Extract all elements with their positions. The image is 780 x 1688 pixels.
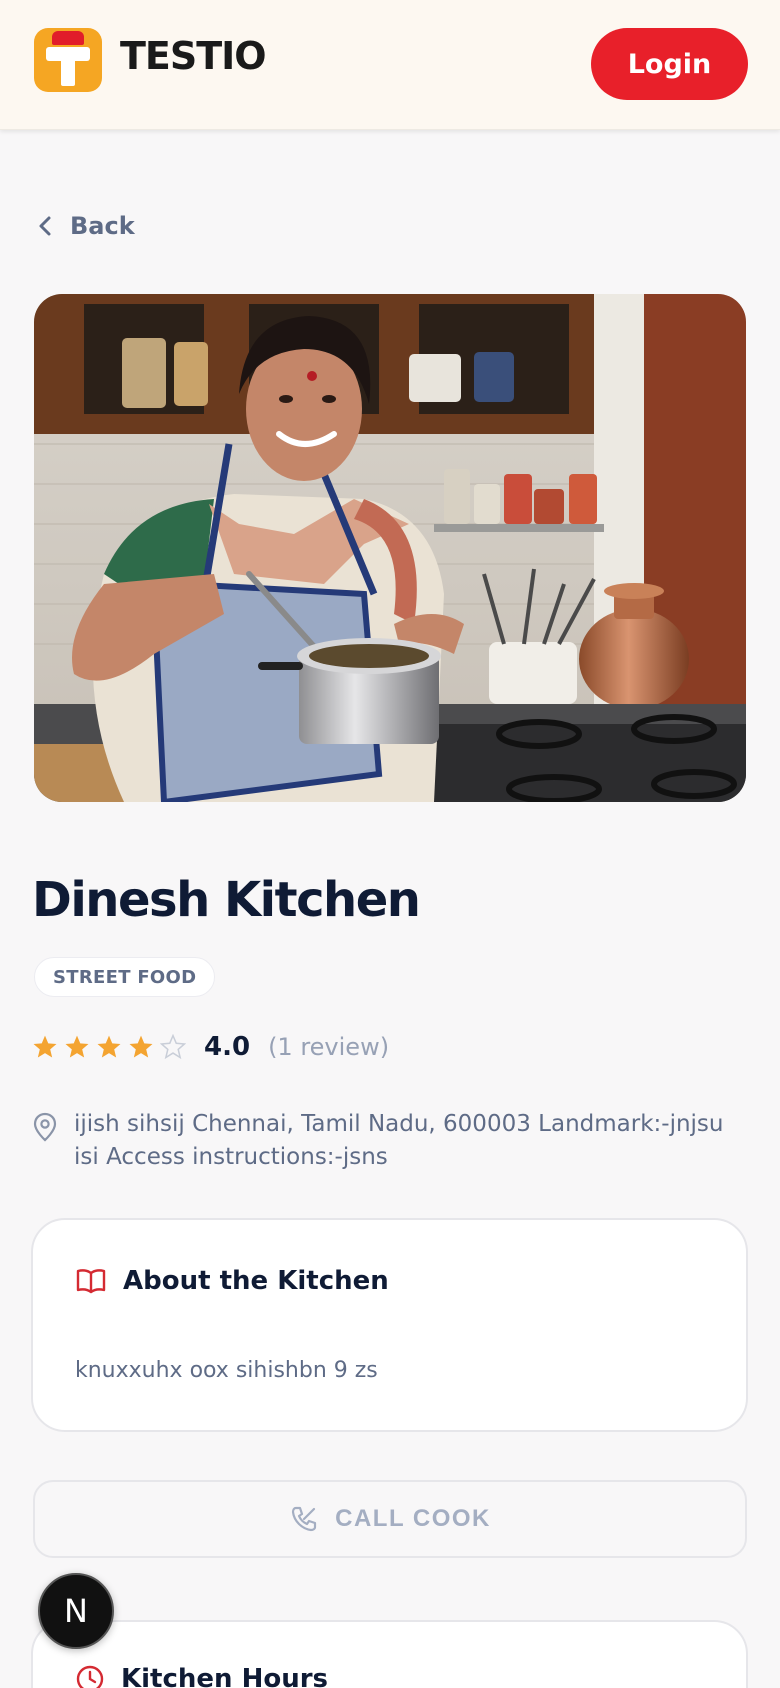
- about-text: knuxxuhx oox sihishbn 9 zs: [75, 1358, 378, 1383]
- clock-icon: [76, 1665, 104, 1688]
- call-cook-button[interactable]: CALL COOK: [33, 1480, 747, 1558]
- brand-logo[interactable]: [34, 28, 102, 92]
- floating-n-button[interactable]: N: [38, 1573, 114, 1649]
- kitchen-hours-card: Kitchen Hours: [31, 1620, 748, 1688]
- call-cook-label: CALL COOK: [335, 1505, 491, 1532]
- chevron-left-icon: [39, 216, 51, 236]
- rating-stars: [32, 1034, 186, 1060]
- about-title: About the Kitchen: [123, 1266, 389, 1296]
- hours-card-header: Kitchen Hours: [75, 1664, 328, 1688]
- star-filled-icon: [65, 1035, 89, 1058]
- category-tag: STREET FOOD: [34, 957, 216, 997]
- map-pin-icon: [33, 1112, 57, 1142]
- logo-gift-ribbon: [52, 31, 84, 45]
- star-filled-icon: [33, 1035, 57, 1058]
- about-card-header: About the Kitchen: [75, 1266, 389, 1296]
- kitchen-title: Dinesh Kitchen: [32, 872, 421, 928]
- phone-off-icon: [292, 1506, 317, 1532]
- app-header: TESTIO Login: [0, 0, 780, 130]
- logo-t-stem: [61, 58, 75, 86]
- back-link[interactable]: Back: [38, 212, 135, 240]
- brand-name[interactable]: TESTIO: [120, 34, 267, 78]
- book-open-icon: [76, 1269, 106, 1294]
- kitchen-address: ijish sihsij Chennai, Tamil Nadu, 600003…: [32, 1108, 732, 1174]
- login-button[interactable]: Login: [591, 28, 748, 100]
- star-empty-icon: [160, 1034, 186, 1060]
- rating-value: 4.0: [204, 1032, 251, 1062]
- about-card: About the Kitchen knuxxuhx oox sihishbn …: [31, 1218, 748, 1432]
- rating-row: 4.0 (1 review): [32, 1030, 389, 1064]
- star-filled-icon: [129, 1035, 153, 1058]
- back-label: Back: [70, 212, 135, 240]
- kitchen-hero-image: [34, 294, 746, 802]
- review-count[interactable]: (1 review): [268, 1033, 389, 1061]
- address-text: ijish sihsij Chennai, Tamil Nadu, 600003…: [74, 1111, 724, 1170]
- hours-title: Kitchen Hours: [121, 1664, 329, 1688]
- star-filled-icon: [97, 1035, 121, 1058]
